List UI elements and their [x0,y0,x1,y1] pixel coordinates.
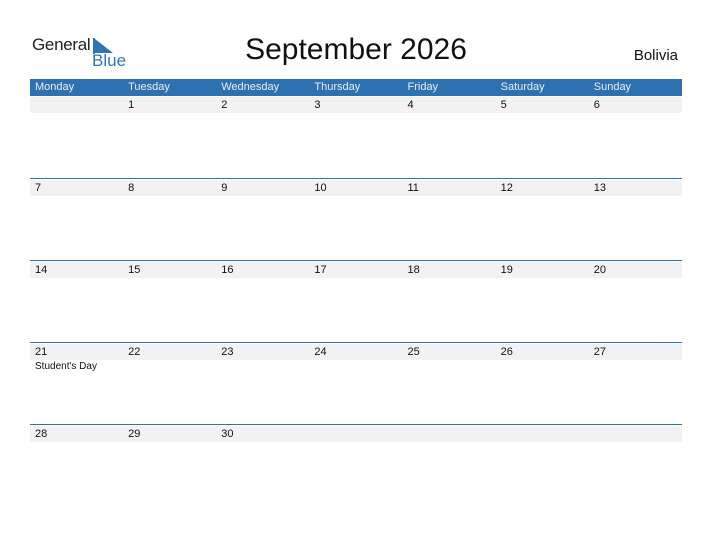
page-title: September 2026 [245,33,467,66]
day-number: 8 [128,182,135,194]
date-strip: 1 2 3 4 5 6 [30,97,682,113]
day-number: 30 [221,428,234,440]
day-number: 23 [221,346,234,358]
day-number: 14 [35,264,48,276]
day-number: 10 [314,182,327,194]
day-number: 9 [221,182,228,194]
calendar-grid: Monday Tuesday Wednesday Thursday Friday Satu… [30,79,682,506]
day-number: 17 [314,264,327,276]
country-label: Bolivia [633,47,678,64]
day-number: 13 [593,182,606,194]
date-strip: 21 22 23 24 25 26 27 [30,344,682,360]
date-strip: 7 8 9 10 11 12 13 [30,180,682,196]
day-number: 12 [500,182,513,194]
week-row: 7 8 9 10 11 12 13 [30,178,682,260]
day-number: 22 [128,346,141,358]
day-number: 20 [593,264,606,276]
day-number: 28 [35,428,48,440]
day-number: 1 [128,99,135,111]
date-strip: 14 15 16 17 18 19 20 [30,262,682,278]
day-number: 6 [593,99,600,111]
day-number: 19 [500,264,513,276]
weekday-thursday: Thursday [314,81,361,93]
holiday-label [123,360,216,373]
weekday-tuesday: Tuesday [128,81,170,93]
day-number: 24 [314,346,327,358]
holiday-label [496,360,589,373]
day-number: 26 [500,346,513,358]
weekday-friday: Friday [407,81,439,93]
weekday-wednesday: Wednesday [221,81,280,93]
holiday-label [216,360,309,373]
weekday-sunday: Sunday [593,81,632,93]
day-number: 7 [35,182,42,194]
day-number: 2 [221,99,228,111]
day-number: 5 [500,99,507,111]
day-number: 27 [593,346,606,358]
day-number [403,426,496,442]
week-row: 28 29 30 [30,424,682,506]
week-row: 1 2 3 4 5 6 [30,97,682,178]
day-number: 29 [128,428,141,440]
day-number: 11 [407,182,419,194]
holiday-label [589,360,682,373]
day-number: 18 [407,264,420,276]
holiday-label [309,360,402,373]
holiday-label: Student's Day [35,361,97,372]
week-row: 21 22 23 24 25 26 27 Student's Day [30,342,682,424]
day-number [589,426,682,442]
day-number: 3 [314,99,321,111]
weekday-monday: Monday [35,81,75,93]
holiday-label [403,360,496,373]
events-row: Student's Day [30,360,682,373]
day-number [496,426,589,442]
weekday-saturday: Saturday [500,81,545,93]
day-number [30,97,123,113]
day-number [309,426,402,442]
week-row: 14 15 16 17 18 19 20 [30,260,682,342]
day-number: 15 [128,264,141,276]
day-number: 16 [221,264,234,276]
day-number: 21 [35,346,48,358]
day-number: 4 [407,99,414,111]
weekday-header: Monday Tuesday Wednesday Thursday Friday Satu… [30,79,682,96]
day-number: 25 [407,346,420,358]
date-strip: 28 29 30 [30,426,682,442]
